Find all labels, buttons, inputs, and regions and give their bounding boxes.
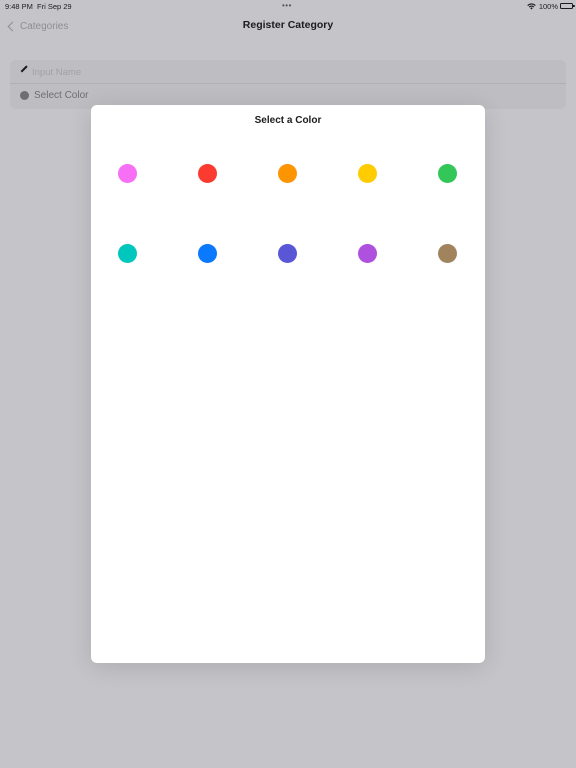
color-swatch-green[interactable]	[438, 164, 457, 183]
status-time: 9:48 PM	[5, 2, 33, 11]
select-color-label: Select Color	[34, 90, 89, 101]
battery-icon	[560, 3, 575, 9]
color-picker-modal: Select a Color	[91, 105, 485, 663]
pencil-icon	[20, 65, 28, 73]
wifi-icon	[527, 3, 536, 10]
page-title: Register Category	[242, 19, 334, 31]
color-swatch-blue[interactable]	[198, 244, 217, 263]
multitask-dots-icon[interactable]: •••	[282, 1, 292, 10]
color-swatch-red[interactable]	[198, 164, 217, 183]
status-bar: 9:48 PM Fri Sep 29 ••• 100%	[0, 0, 576, 12]
color-swatch-pink[interactable]	[118, 164, 137, 183]
battery-percentage: 100%	[538, 2, 558, 11]
name-input[interactable]	[32, 65, 332, 79]
color-swatch-orange[interactable]	[278, 164, 297, 183]
color-swatch-brown[interactable]	[438, 244, 457, 263]
color-dot-icon	[20, 91, 29, 100]
category-form: Select Color	[10, 60, 566, 109]
color-swatch-indigo[interactable]	[278, 244, 297, 263]
color-swatch-teal[interactable]	[118, 244, 137, 263]
modal-title: Select a Color	[254, 115, 322, 126]
status-date: Fri Sep 29	[37, 2, 72, 11]
color-swatch-yellow[interactable]	[358, 164, 377, 183]
color-swatch-purple[interactable]	[358, 244, 377, 263]
name-row[interactable]	[10, 60, 566, 84]
status-right: 100%	[527, 2, 558, 11]
